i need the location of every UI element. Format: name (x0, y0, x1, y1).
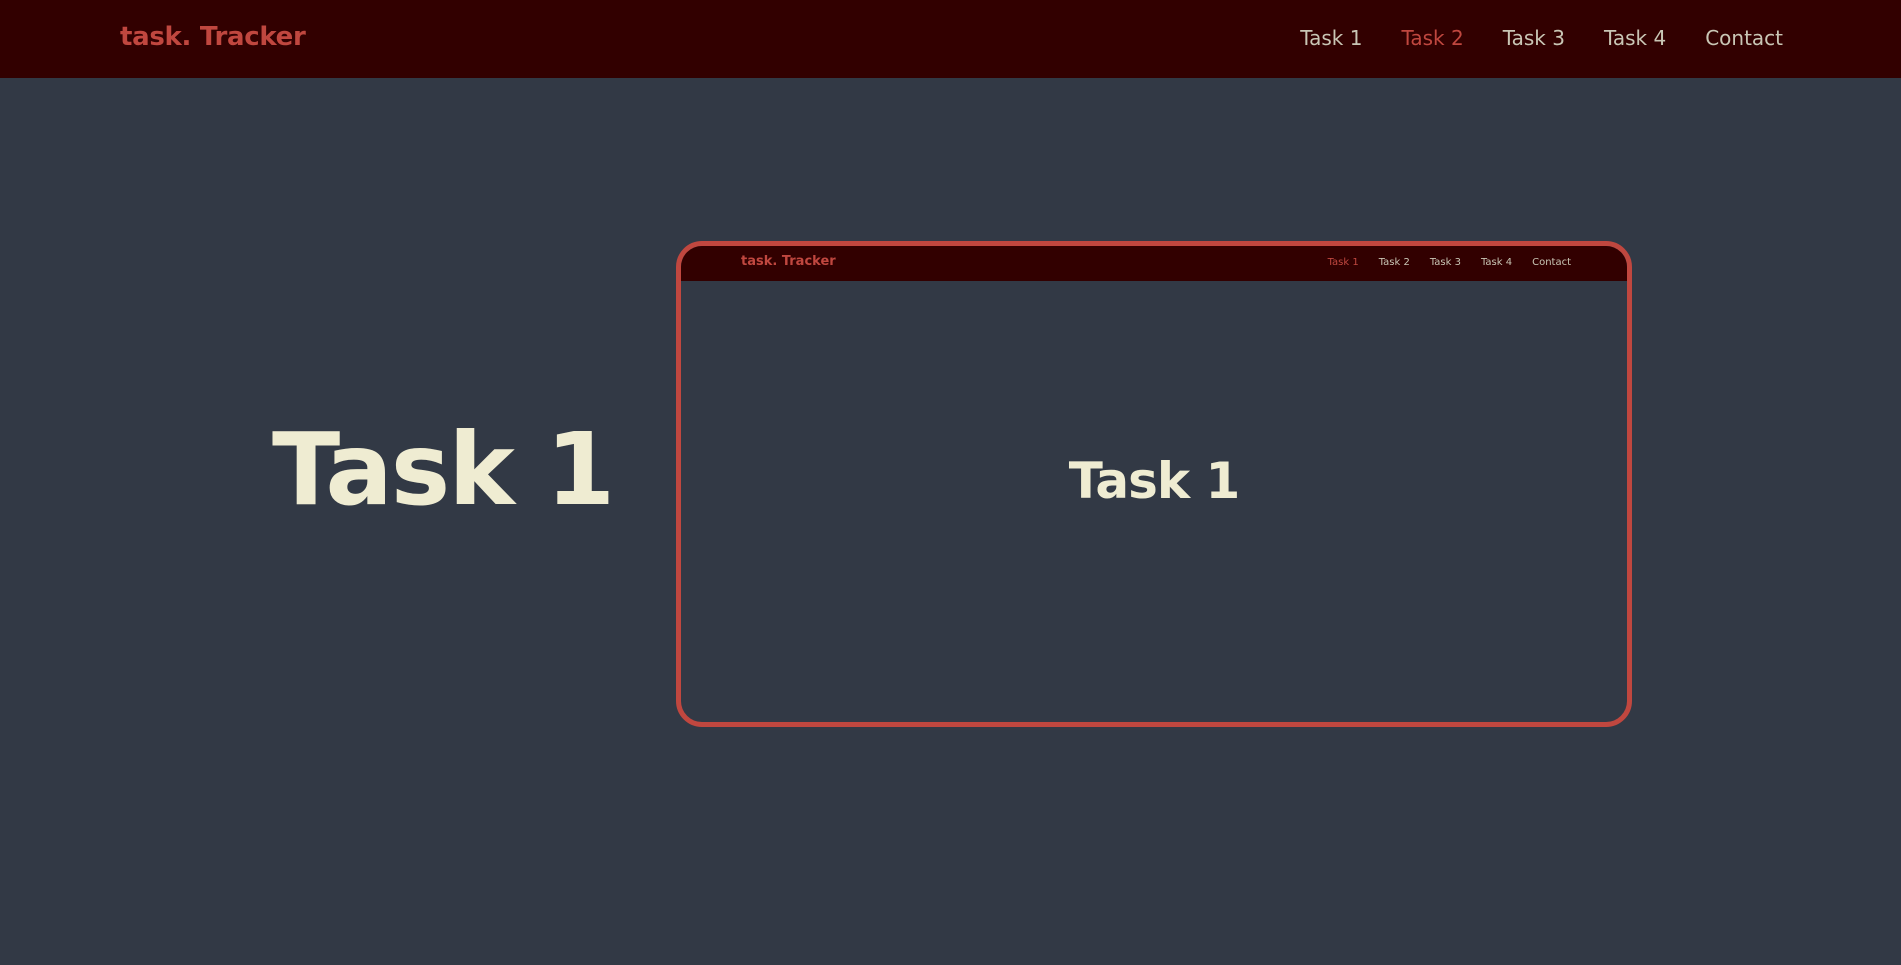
preview-nav-task-1: Task 1 (1327, 257, 1359, 268)
preview-title: Task 1 (1068, 452, 1241, 510)
task-preview-frame[interactable]: task. Tracker Task 1 Task 2 Task 3 Task … (676, 241, 1632, 727)
preview-nav-task-2: Task 2 (1378, 257, 1410, 268)
nav-link-contact[interactable]: Contact (1705, 26, 1783, 50)
nav-link-task-1[interactable]: Task 1 (1300, 26, 1362, 50)
nav-link-task-3[interactable]: Task 3 (1503, 26, 1565, 50)
brand-logo-link[interactable]: task. Tracker (120, 22, 306, 52)
preview-nav-task-3: Task 3 (1429, 257, 1461, 268)
preview-navbar: task. Tracker Task 1 Task 2 Task 3 Task … (681, 246, 1627, 281)
hero-title: Task 1 (272, 411, 615, 528)
preview-nav-contact: Contact (1532, 257, 1571, 268)
nav-link-task-2[interactable]: Task 2 (1401, 26, 1463, 50)
main-nav: Task 1 Task 2 Task 3 Task 4 Contact (1300, 26, 1783, 50)
top-navbar: task. Tracker Task 1 Task 2 Task 3 Task … (0, 0, 1901, 78)
nav-link-task-4[interactable]: Task 4 (1604, 26, 1666, 50)
preview-brand-logo: task. Tracker (741, 254, 836, 269)
preview-nav-task-4: Task 4 (1480, 257, 1513, 268)
preview-nav: Task 1 Task 2 Task 3 Task 4 Contact (1328, 257, 1571, 268)
